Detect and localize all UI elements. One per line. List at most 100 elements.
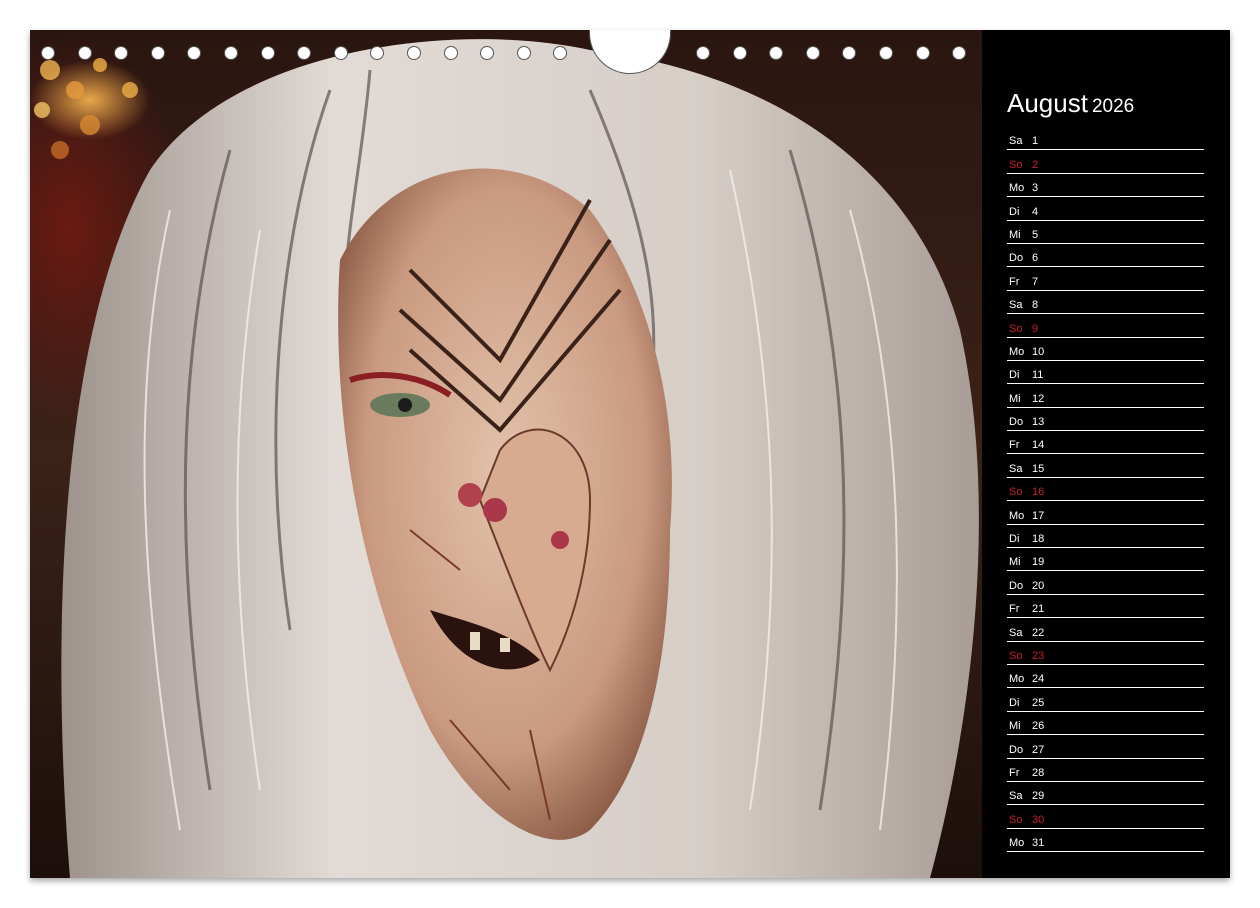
day-row: Do 27 [1007,735,1204,759]
binding-hole [879,46,893,60]
weekday-label: Fr [1009,603,1020,616]
weekday-label: Sa [1009,626,1023,639]
weekday-label: Di [1009,533,1020,546]
day-row: Di 25 [1007,688,1204,712]
day-number: 28 [1032,766,1045,779]
weekday-label: Sa [1009,790,1023,803]
binding-hole [297,46,312,60]
day-number: 14 [1032,439,1045,452]
day-row: Sa 15 [1007,454,1204,478]
carnival-witch-mask-photo [30,30,982,878]
day-number: 25 [1032,696,1045,709]
day-row: So 30 [1007,805,1204,829]
day-number: 11 [1032,369,1044,382]
month-title: August 2026 [1007,88,1134,119]
day-row: Fr 14 [1007,431,1204,455]
day-number: 23 [1032,649,1045,662]
day-number: 29 [1032,790,1045,803]
binding-hole [150,46,165,60]
weekday-label: Do [1009,743,1024,756]
weekday-label: Do [1009,579,1024,592]
day-number: 26 [1032,720,1045,733]
weekday-label: Do [1009,252,1024,265]
weekday-label: Do [1009,416,1024,429]
day-list: Sa 1 So 2 Mo 3 Di 4 Mi 5 Do 6 Fr 7 Sa 8 So 9 Mo 10 Di 11 Mi 12 D… [1007,127,1204,853]
day-row: Fr 21 [1007,595,1204,619]
day-row: Mo 31 [1007,829,1204,853]
binding-hole [842,46,857,60]
binding-hole [114,46,129,60]
day-row: Sa 22 [1007,618,1204,642]
day-number: 18 [1032,533,1045,546]
weekday-label: Sa [1009,299,1023,312]
weekday-label: So [1009,813,1023,826]
day-row: Di 4 [1007,197,1204,221]
binding-hole [77,46,92,60]
day-row: Sa 8 [1007,291,1204,315]
binding-hole [732,46,747,60]
binding-hole [915,46,930,60]
day-number: 7 [1032,275,1039,288]
day-number: 2 [1032,158,1039,171]
day-row: Mi 19 [1007,548,1204,572]
binding-hole [952,46,967,60]
binding-hole [696,46,710,60]
calendar-panel: August 2026 Sa 1 So 2 Mo 3 Di 4 Mi 5 Do 6 Fr 7 Sa 8 So 9 Mo… [982,30,1230,878]
day-number: 19 [1032,556,1045,569]
day-row: Sa 1 [1007,127,1204,151]
binding-hole [260,46,275,60]
year: 2026 [1091,96,1135,117]
binding-hole [480,46,495,60]
binding-hole [224,46,238,60]
day-row: Mi 5 [1007,221,1204,244]
day-row: Do 20 [1007,571,1204,595]
day-number: 4 [1032,205,1039,218]
binding-hole [407,46,421,60]
day-number: 21 [1032,603,1045,616]
day-number: 6 [1032,252,1039,265]
weekday-label: Sa [1009,135,1023,148]
day-row: Do 6 [1007,244,1204,268]
day-row: Mo 17 [1007,501,1204,525]
day-row: Mo 24 [1007,665,1204,689]
day-number: 8 [1032,299,1039,312]
binding-hole [553,46,568,60]
weekday-label: Fr [1009,275,1020,288]
weekday-label: So [1009,649,1023,662]
day-row: Mi 12 [1007,384,1204,408]
day-number: 12 [1032,392,1045,405]
binding-hole [516,46,531,60]
day-number: 3 [1032,182,1039,195]
weekday-label: Mo [1009,182,1025,195]
day-number: 10 [1032,345,1045,358]
weekday-label: Mi [1009,392,1021,405]
day-row: So 16 [1007,478,1204,502]
binding-hole [805,46,820,60]
weekday-label: So [1009,322,1023,335]
binding-hole [769,46,784,60]
binding-hole [370,46,385,60]
weekday-label: Fr [1009,766,1020,779]
day-row: Sa 29 [1007,782,1204,806]
mask-illustration [34,39,979,878]
day-row: Fr 28 [1007,759,1204,782]
day-row: Mi 26 [1007,712,1204,736]
day-number: 30 [1032,813,1045,826]
day-number: 22 [1032,626,1045,639]
day-number: 1 [1032,135,1039,148]
weekday-label: Fr [1009,439,1020,452]
day-row: So 2 [1007,150,1204,174]
day-row: So 9 [1007,314,1204,338]
weekday-label: Di [1009,696,1020,709]
weekday-label: Di [1009,369,1020,382]
day-row: So 23 [1007,642,1204,665]
weekday-label: Mo [1009,345,1025,358]
weekday-label: So [1009,158,1023,171]
weekday-label: Mo [1009,509,1025,522]
binding-hole [41,46,55,60]
day-row: Fr 7 [1007,267,1204,291]
day-number: 17 [1032,509,1045,522]
binding-hole [333,46,348,60]
weekday-label: Mi [1009,228,1021,241]
weekday-label: Mi [1009,720,1021,733]
